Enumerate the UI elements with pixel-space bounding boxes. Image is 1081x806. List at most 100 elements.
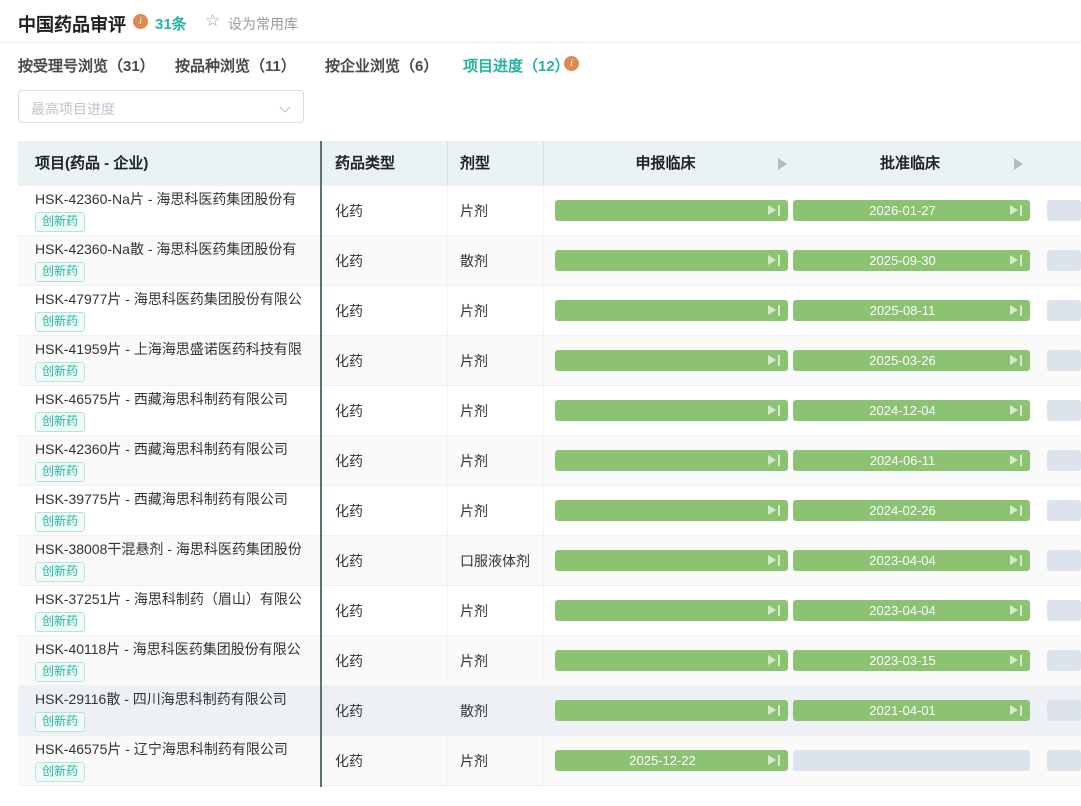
project-name[interactable]: HSK-41959片 - 上海海思盛诺医药科技有限 [35,339,321,359]
innovative-drug-badge: 创新药 [35,462,85,482]
project-name[interactable]: HSK-42360片 - 西藏海思科制药有限公司 [35,439,321,459]
clinical-filing-date [555,550,770,571]
progress-filter-select[interactable]: 最高项目进度 [18,90,304,123]
next-stage-bar[interactable] [1047,200,1081,221]
table-row[interactable]: HSK-29116散 - 四川海思科制药有限公司 创新药 化药 散剂 2021-… [18,686,1081,736]
table-row[interactable]: HSK-38008干混悬剂 - 海思科医药集团股份 创新药 化药 口服液体剂 2… [18,536,1081,586]
table-row[interactable]: HSK-41959片 - 上海海思盛诺医药科技有限 创新药 化药 片剂 2025… [18,336,1081,386]
next-stage-bar[interactable] [1047,750,1081,771]
table-row[interactable]: HSK-42360-Na片 - 海思科医药集团股份有 创新药 化药 片剂 202… [18,186,1081,236]
next-stage-bar[interactable] [1047,350,1081,371]
advance-arrow-icon [768,754,780,767]
clinical-approval-bar[interactable]: 2023-04-04 [793,550,1030,571]
project-name[interactable]: HSK-46575片 - 辽宁海思科制药有限公司 [35,739,321,759]
project-name[interactable]: HSK-29116散 - 四川海思科制药有限公司 [35,689,321,709]
clinical-approval-bar[interactable]: 2025-03-26 [793,350,1030,371]
clinical-approval-bar[interactable]: 2021-04-01 [793,700,1030,721]
next-stage-bar[interactable] [1047,650,1081,671]
drug-type-cell: 化药 [335,736,363,786]
table-row[interactable]: HSK-47977片 - 海思科医药集团股份有限公 创新药 化药 片剂 2025… [18,286,1081,336]
innovative-drug-badge: 创新药 [35,362,85,382]
next-stage-bar[interactable] [1047,600,1081,621]
fixed-column-scrollbar[interactable] [320,141,322,787]
drug-type-cell: 化药 [335,386,363,436]
drug-type-cell: 化药 [335,586,363,636]
clinical-filing-bar[interactable] [555,250,788,271]
innovative-drug-badge: 创新药 [35,762,85,782]
project-name[interactable]: HSK-42360-Na散 - 海思科医药集团股份有 [35,239,321,259]
table-row[interactable]: HSK-40118片 - 海思科医药集团股份有限公 创新药 化药 片剂 2023… [18,636,1081,686]
clinical-filing-bar[interactable] [555,500,788,521]
advance-arrow-icon [1010,404,1022,417]
clinical-approval-bar[interactable]: 2025-09-30 [793,250,1030,271]
project-name[interactable]: HSK-40118片 - 海思科医药集团股份有限公 [35,639,321,659]
project-name[interactable]: HSK-38008干混悬剂 - 海思科医药集团股份 [35,539,321,559]
clinical-filing-bar[interactable] [555,400,788,421]
clinical-filing-bar[interactable] [555,700,788,721]
clinical-filing-bar[interactable] [555,650,788,671]
tab-info-icon[interactable]: i [564,56,579,71]
drug-type-cell: 化药 [335,236,363,286]
page-title: 中国药品审评 [18,11,126,37]
next-stage-bar[interactable] [1047,550,1081,571]
advance-arrow-icon [1010,704,1022,717]
table-row[interactable]: HSK-37251片 - 海思科制药（眉山）有限公 创新药 化药 片剂 2023… [18,586,1081,636]
dosage-form-cell: 片剂 [460,186,488,236]
dosage-form-cell: 散剂 [460,236,488,286]
clinical-approval-bar[interactable]: 2024-12-04 [793,400,1030,421]
clinical-approval-bar[interactable] [793,750,1030,771]
project-name[interactable]: HSK-47977片 - 海思科医药集团股份有限公 [35,289,321,309]
table-row[interactable]: HSK-39775片 - 西藏海思科制药有限公司 创新药 化药 片剂 2024-… [18,486,1081,536]
set-favorite-label[interactable]: 设为常用库 [228,14,298,34]
innovative-drug-badge: 创新药 [35,662,85,682]
dosage-form-cell: 散剂 [460,686,488,736]
next-stage-bar[interactable] [1047,300,1081,321]
col-header-clinical-approval: 批准临床 [790,141,1030,186]
body-divider [543,186,544,787]
project-name[interactable]: HSK-39775片 - 西藏海思科制药有限公司 [35,489,321,509]
next-stage-bar[interactable] [1047,450,1081,471]
clinical-approval-bar[interactable]: 2023-04-04 [793,600,1030,621]
clinical-approval-bar[interactable]: 2024-02-26 [793,500,1030,521]
clinical-filing-bar[interactable] [555,550,788,571]
clinical-filing-bar[interactable]: 2025-12-22 [555,750,788,771]
header-divider [543,141,544,186]
clinical-filing-date [555,350,770,371]
innovative-drug-badge: 创新药 [35,612,85,632]
col-header-dosage-form: 剂型 [460,141,490,186]
clinical-approval-bar[interactable]: 2026-01-27 [793,200,1030,221]
clinical-filing-bar[interactable] [555,350,788,371]
advance-arrow-icon [1010,504,1022,517]
favorite-star-icon[interactable]: ☆ [205,11,220,31]
advance-arrow-icon [1010,254,1022,267]
tab-by-variety[interactable]: 按品种浏览（11） [175,55,296,76]
clinical-filing-bar[interactable] [555,300,788,321]
advance-arrow-icon [768,404,780,417]
next-stage-bar[interactable] [1047,400,1081,421]
advance-arrow-icon [1010,204,1022,217]
tab-project-progress[interactable]: 项目进度（12） [463,55,570,76]
title-info-icon[interactable]: i [133,14,148,29]
project-name[interactable]: HSK-46575片 - 西藏海思科制药有限公司 [35,389,321,409]
clinical-approval-bar[interactable]: 2024-06-11 [793,450,1030,471]
tab-bar: 按受理号浏览（31） 按品种浏览（11） 按企业浏览（6） 项目进度（12） i [0,43,1081,83]
project-name[interactable]: HSK-37251片 - 海思科制药（眉山）有限公 [35,589,321,609]
table-row[interactable]: HSK-42360-Na散 - 海思科医药集团股份有 创新药 化药 散剂 202… [18,236,1081,286]
next-stage-bar[interactable] [1047,250,1081,271]
next-stage-bar[interactable] [1047,500,1081,521]
table-row[interactable]: HSK-46575片 - 西藏海思科制药有限公司 创新药 化药 片剂 2024-… [18,386,1081,436]
clinical-filing-bar[interactable] [555,600,788,621]
clinical-filing-bar[interactable] [555,450,788,471]
dosage-form-cell: 片剂 [460,486,488,536]
tab-by-acceptance-number[interactable]: 按受理号浏览（31） [18,55,155,76]
tab-by-company[interactable]: 按企业浏览（6） [325,55,438,76]
clinical-filing-bar[interactable] [555,200,788,221]
clinical-approval-bar[interactable]: 2023-03-15 [793,650,1030,671]
project-name[interactable]: HSK-42360-Na片 - 海思科医药集团股份有 [35,189,321,209]
advance-arrow-icon [768,554,780,567]
table-row[interactable]: HSK-42360片 - 西藏海思科制药有限公司 创新药 化药 片剂 2024-… [18,436,1081,486]
clinical-approval-bar[interactable]: 2025-08-11 [793,300,1030,321]
next-stage-bar[interactable] [1047,700,1081,721]
record-count: 31条 [155,13,187,34]
table-row[interactable]: HSK-46575片 - 辽宁海思科制药有限公司 创新药 化药 片剂 2025-… [18,736,1081,786]
